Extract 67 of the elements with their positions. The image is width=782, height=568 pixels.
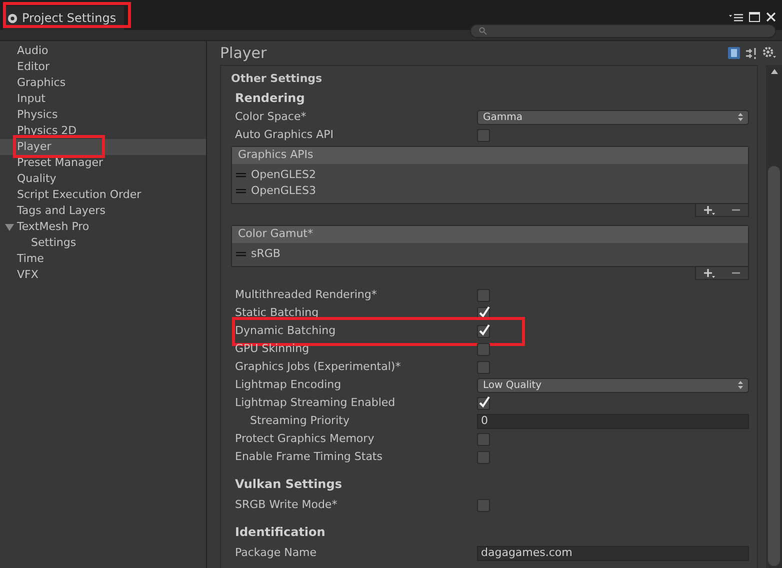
field-label: Static Batching bbox=[235, 304, 320, 321]
field-label: Graphics Jobs (Experimental)* bbox=[235, 358, 402, 375]
maximize-icon[interactable] bbox=[749, 12, 760, 22]
updown-arrows-icon bbox=[738, 381, 743, 389]
sidebar-item[interactable]: VFX bbox=[0, 267, 206, 283]
sidebar-item[interactable]: Time bbox=[0, 251, 206, 267]
list-item[interactable]: OpenGLES2 bbox=[251, 166, 316, 184]
dropdown[interactable]: Low Quality bbox=[477, 378, 749, 392]
drag-handle-icon[interactable] bbox=[236, 252, 246, 256]
checkbox[interactable] bbox=[477, 360, 490, 374]
expand-arrow-icon[interactable] bbox=[5, 222, 17, 232]
checkbox[interactable] bbox=[477, 450, 490, 464]
sidebar-item[interactable]: Settings bbox=[0, 235, 206, 251]
sidebar-item[interactable]: Input bbox=[0, 91, 206, 107]
help-book-icon[interactable] bbox=[728, 47, 740, 59]
checkbox[interactable] bbox=[477, 128, 490, 142]
sidebar-item[interactable]: Physics bbox=[0, 107, 206, 123]
field-label: Protect Graphics Memory bbox=[235, 430, 376, 447]
field-label: Package Name bbox=[235, 544, 318, 561]
sidebar-item[interactable]: Script Execution Order bbox=[0, 187, 206, 203]
sidebar-item[interactable]: Editor bbox=[0, 59, 206, 75]
close-icon[interactable] bbox=[766, 12, 776, 22]
sliders-icon[interactable] bbox=[746, 48, 757, 58]
add-icon[interactable] bbox=[704, 268, 716, 278]
list-item[interactable]: sRGB bbox=[251, 246, 280, 262]
panel-title: Player bbox=[220, 42, 267, 64]
field-label: Streaming Priority bbox=[249, 412, 350, 429]
field-label: Dynamic Batching bbox=[235, 322, 337, 339]
field-label: SRGB Write Mode* bbox=[235, 496, 338, 513]
field-label: GPU Skinning bbox=[235, 340, 310, 357]
list-item[interactable]: OpenGLES3 bbox=[251, 182, 316, 200]
checkbox[interactable] bbox=[477, 288, 490, 302]
section-heading: Vulkan Settings bbox=[235, 476, 342, 493]
field-label: Auto Graphics API bbox=[235, 126, 335, 143]
checkbox[interactable] bbox=[477, 324, 490, 338]
search-icon bbox=[479, 27, 487, 35]
list-header: Graphics APIs bbox=[232, 147, 748, 164]
sidebar-item[interactable]: TextMesh Pro bbox=[17, 218, 90, 236]
list-header: Color Gamut* bbox=[232, 226, 748, 243]
field-label: Lightmap Streaming Enabled bbox=[235, 394, 396, 411]
checkbox[interactable] bbox=[477, 432, 490, 446]
up-arrow-icon[interactable] bbox=[770, 69, 778, 74]
section-heading: Identification bbox=[235, 524, 326, 541]
sidebar-item[interactable]: Quality bbox=[0, 171, 206, 187]
add-icon[interactable] bbox=[704, 206, 716, 214]
section-title[interactable]: Other Settings bbox=[221, 66, 757, 88]
field-label: Multithreaded Rendering* bbox=[235, 286, 378, 303]
updown-arrows-icon bbox=[738, 113, 743, 121]
sidebar-item[interactable]: Preset Manager bbox=[0, 155, 206, 171]
field-label: Color Space* bbox=[235, 108, 308, 125]
checkbox[interactable] bbox=[477, 498, 490, 512]
sidebar-item[interactable]: Graphics bbox=[0, 75, 206, 91]
sidebar-item[interactable]: Tags and Layers bbox=[0, 203, 206, 219]
section-heading: Rendering bbox=[235, 90, 305, 107]
sidebar-item[interactable]: Audio bbox=[0, 43, 206, 59]
input-field[interactable]: 0 bbox=[477, 414, 749, 428]
input-field[interactable]: dagagames.com bbox=[477, 546, 749, 560]
dropdown[interactable]: Gamma bbox=[477, 110, 749, 124]
drag-handle-icon[interactable] bbox=[236, 188, 246, 194]
drag-handle-icon[interactable] bbox=[236, 172, 246, 178]
settings-icon[interactable] bbox=[763, 47, 776, 59]
checkbox[interactable] bbox=[477, 342, 490, 356]
checkbox[interactable] bbox=[477, 396, 490, 410]
sidebar-item[interactable]: Physics 2D bbox=[0, 123, 206, 139]
menu-icon[interactable] bbox=[729, 12, 743, 22]
field-label: Lightmap Encoding bbox=[235, 376, 342, 393]
field-label: Enable Frame Timing Stats bbox=[235, 448, 384, 465]
